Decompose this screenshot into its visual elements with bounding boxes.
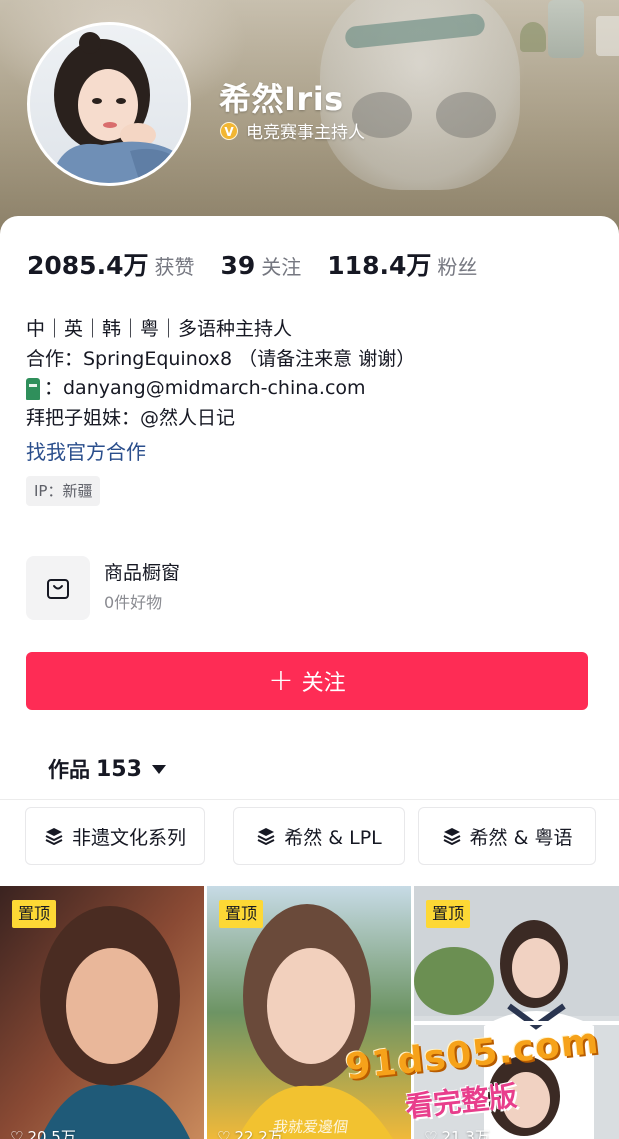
- tab-works[interactable]: 作品 153: [48, 754, 166, 784]
- collection-chip[interactable]: 非遗文化系列: [25, 807, 205, 865]
- collection-chip[interactable]: 希然 & LPL: [233, 807, 405, 865]
- verified-badge-icon: V: [220, 121, 238, 140]
- play-count: ♡ 21.3万: [424, 1126, 490, 1139]
- collection-chip-label: 希然 & LPL: [284, 826, 382, 849]
- play-count: ♡ 20.5万: [10, 1126, 76, 1139]
- play-count-value: 20.5万: [27, 1128, 76, 1139]
- collection-chip-label: 非遗文化系列: [71, 826, 186, 849]
- play-count-value: 21.3万: [441, 1128, 490, 1139]
- pinned-badge: 置顶: [12, 900, 57, 928]
- stat-followers-value: 118.4万: [327, 251, 432, 280]
- stat-likes-value: 2085.4万: [27, 251, 149, 280]
- pinned-badge: 置顶: [426, 900, 471, 928]
- layers-icon: [45, 828, 63, 845]
- collection-chip-label: 希然 & 粤语: [469, 826, 573, 849]
- verification-row: V 电竞赛事主持人: [220, 118, 365, 143]
- video-grid: 置顶 ♡ 20.5万 置顶 我就爱邊個 ♡ 22.2万 置顶 ♡ 21.3万: [0, 886, 619, 1139]
- stat-following-label: 关注: [261, 255, 302, 279]
- follow-button-label: 关注: [301, 671, 346, 696]
- works-count: 153: [96, 756, 142, 782]
- stat-followers-label: 粉丝: [437, 255, 478, 279]
- stat-following-value: 39: [220, 251, 256, 280]
- avatar[interactable]: [27, 22, 191, 186]
- video-thumbnail[interactable]: 置顶 ♡ 20.5万: [0, 886, 204, 1139]
- stat-followers[interactable]: 118.4万 粉丝: [327, 246, 477, 282]
- video-thumbnail[interactable]: 置顶 我就爱邊個 ♡ 22.2万: [207, 886, 411, 1139]
- stat-likes-label: 获赞: [154, 255, 195, 279]
- video-overlay-text: 我就爱邊個: [271, 1118, 350, 1136]
- stat-likes[interactable]: 2085.4万 获赞: [27, 246, 194, 282]
- layers-icon: [443, 828, 460, 845]
- bio-line: 中｜英｜韩｜粤｜多语种主持人: [26, 318, 293, 340]
- bio-line: ：danyang@midmarch-china.com: [26, 374, 415, 404]
- official-cooperation-link[interactable]: 找我官方合作: [26, 436, 146, 465]
- play-count: ♡ 22.2万: [217, 1126, 283, 1139]
- collection-chip[interactable]: 希然 & 粤语: [418, 807, 596, 865]
- video-thumbnail[interactable]: 置顶 ♡ 21.3万: [414, 886, 619, 1139]
- heart-icon: ♡: [217, 1127, 231, 1139]
- pinned-badge: 置顶: [219, 900, 264, 928]
- shop-subtitle: 0件好物: [104, 593, 163, 612]
- shop-window-entry[interactable]: 商品橱窗 0件好物: [26, 556, 180, 620]
- play-count-value: 22.2万: [234, 1128, 283, 1139]
- profile-nickname: 希然Iris: [219, 80, 344, 118]
- follow-button[interactable]: + 关注: [26, 652, 588, 710]
- bio-email: ：danyang@midmarch-china.com: [44, 377, 366, 399]
- divider: [0, 799, 619, 800]
- shop-title: 商品橱窗: [104, 562, 181, 584]
- bio-line: 拜把子姐妹：@然人日记: [26, 406, 236, 429]
- stat-following[interactable]: 39 关注: [220, 251, 301, 280]
- heart-icon: ♡: [424, 1127, 438, 1139]
- shopping-bag-icon: [26, 556, 90, 620]
- layers-icon: [257, 828, 275, 845]
- profile-bio: 中｜英｜韩｜粤｜多语种主持人 合作：SpringEquinox8 （请备注来意 …: [26, 315, 415, 433]
- stats-row: 2085.4万 获赞 39 关注 118.4万 粉丝: [27, 246, 503, 282]
- bio-line: 合作：SpringEquinox8 （请备注来意 谢谢）: [26, 347, 416, 370]
- mailbox-icon: [26, 377, 40, 400]
- plus-icon: +: [268, 663, 294, 698]
- collection-chips: 非遗文化系列 希然 & LPL 希然 & 粤语: [25, 807, 619, 865]
- ip-location-tag: IP：新疆: [26, 476, 101, 506]
- works-tab-label: 作品: [48, 758, 90, 782]
- heart-icon: ♡: [10, 1127, 24, 1139]
- verified-title: 电竞赛事主持人: [246, 123, 365, 143]
- caret-down-icon: [151, 764, 166, 774]
